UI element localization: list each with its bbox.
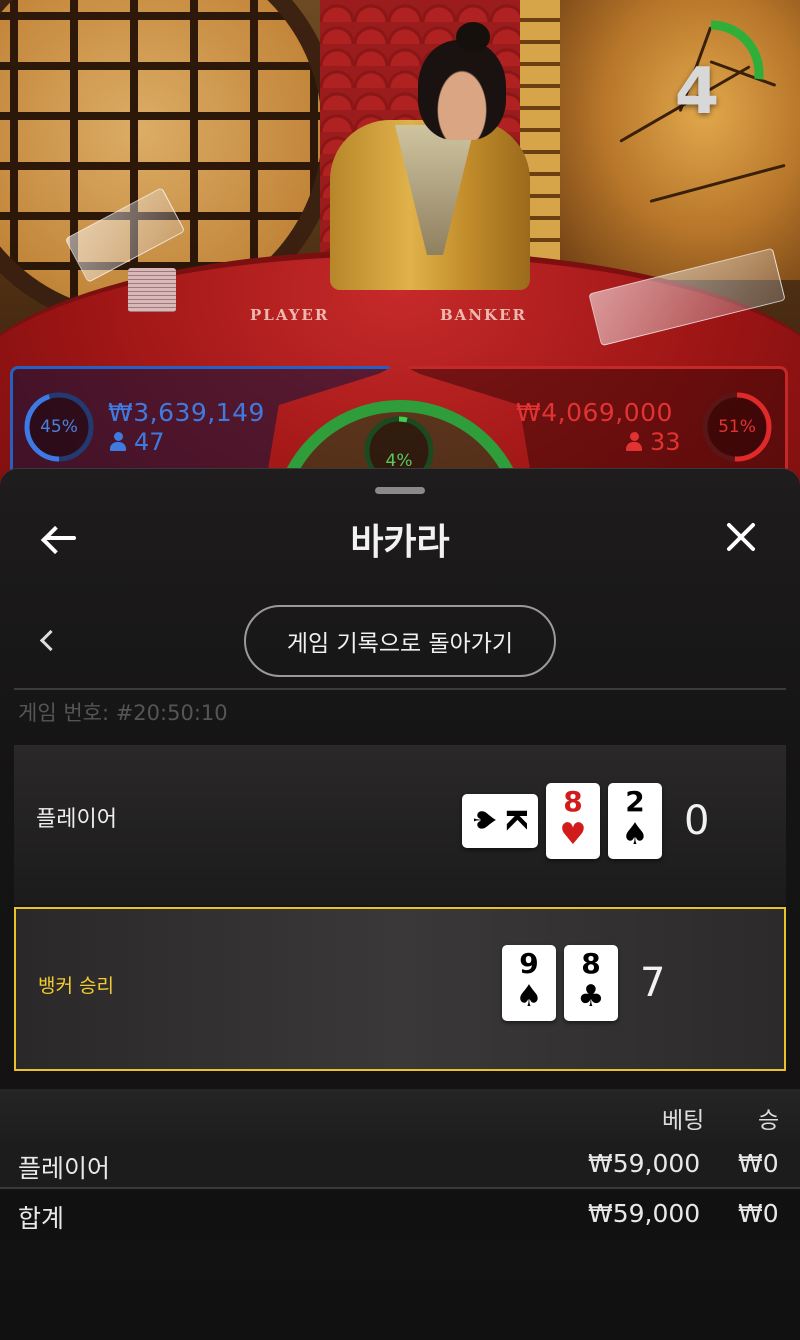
felt-banker-label: BANKER (440, 306, 527, 324)
banker-result-row: 뱅커 승리 9 ♠ 8 ♣ 7 (14, 907, 786, 1071)
timer-value: 4 (674, 55, 720, 129)
bets-table-header: 베팅 승 (0, 1089, 800, 1141)
close-icon[interactable] (720, 517, 760, 557)
player-label: 플레이어 (36, 807, 117, 832)
player-score: 0 (684, 798, 710, 844)
tie-percent: 4% (385, 451, 413, 471)
divider (14, 688, 786, 690)
banker-percent-ring: 51% (700, 390, 774, 464)
back-to-history-button[interactable]: 게임 기록으로 돌아가기 (244, 605, 556, 677)
banker-percent: 51% (718, 417, 756, 437)
countdown-timer: 4 (656, 18, 766, 129)
felt-player-label: PLAYER (250, 306, 330, 324)
bet-column-header: 베팅 (662, 1108, 705, 1134)
sheet-header: 바카라 (0, 509, 800, 565)
player-result-row: 플레이어 K ♠ 8 ♥ 2 ♠ 0 (14, 745, 786, 905)
sheet-grabber[interactable] (375, 487, 425, 494)
chevron-left-icon[interactable] (34, 627, 60, 653)
banker-bet-total: ₩4,069,000 (516, 398, 673, 427)
row-bet: ₩59,000 (588, 1199, 701, 1228)
banker-win-label: 뱅커 승리 (38, 975, 114, 997)
playing-card: 8 ♥ (546, 783, 600, 859)
history-nav: 게임 기록으로 돌아가기 (0, 605, 800, 677)
table-row: 플레이어 ₩59,000 ₩0 (0, 1141, 800, 1189)
banker-cards: 9 ♠ 8 ♣ 7 (502, 945, 665, 1021)
person-icon (626, 432, 642, 452)
playing-card: 8 ♣ (564, 945, 618, 1021)
row-bet: ₩59,000 (588, 1149, 701, 1178)
playing-card: 9 ♠ (502, 945, 556, 1021)
game-history-sheet: 바카라 게임 기록으로 돌아가기 게임 번호: #20:50:10 플레이어 K… (0, 468, 800, 1340)
live-video-feed: PLAYER BANKER 4 45% ₩3,639,149 47 4% ₩4,… (0, 0, 800, 520)
game-number: 게임 번호: #20:50:10 (18, 701, 228, 725)
sheet-title: 바카라 (350, 522, 450, 563)
player-percent: 45% (40, 417, 78, 437)
card-stack (128, 268, 176, 312)
player-bet-total: ₩3,639,149 (108, 398, 265, 427)
playing-card: 2 ♠ (608, 783, 662, 859)
person-icon (110, 432, 126, 452)
row-name: 플레이어 (18, 1154, 111, 1183)
player-percent-ring: 45% (22, 390, 96, 464)
win-column-header: 승 (758, 1108, 780, 1134)
player-cards: K ♠ 8 ♥ 2 ♠ 0 (462, 783, 709, 859)
row-win: ₩0 (738, 1199, 779, 1228)
row-win: ₩0 (738, 1149, 779, 1178)
row-name: 합계 (18, 1204, 65, 1233)
banker-score: 7 (640, 960, 666, 1006)
banker-bettor-count: 33 (626, 428, 681, 456)
table-row-total: 합계 ₩59,000 ₩0 (0, 1191, 800, 1239)
playing-card: K ♠ (462, 794, 538, 848)
player-bettor-count: 47 (110, 428, 165, 456)
